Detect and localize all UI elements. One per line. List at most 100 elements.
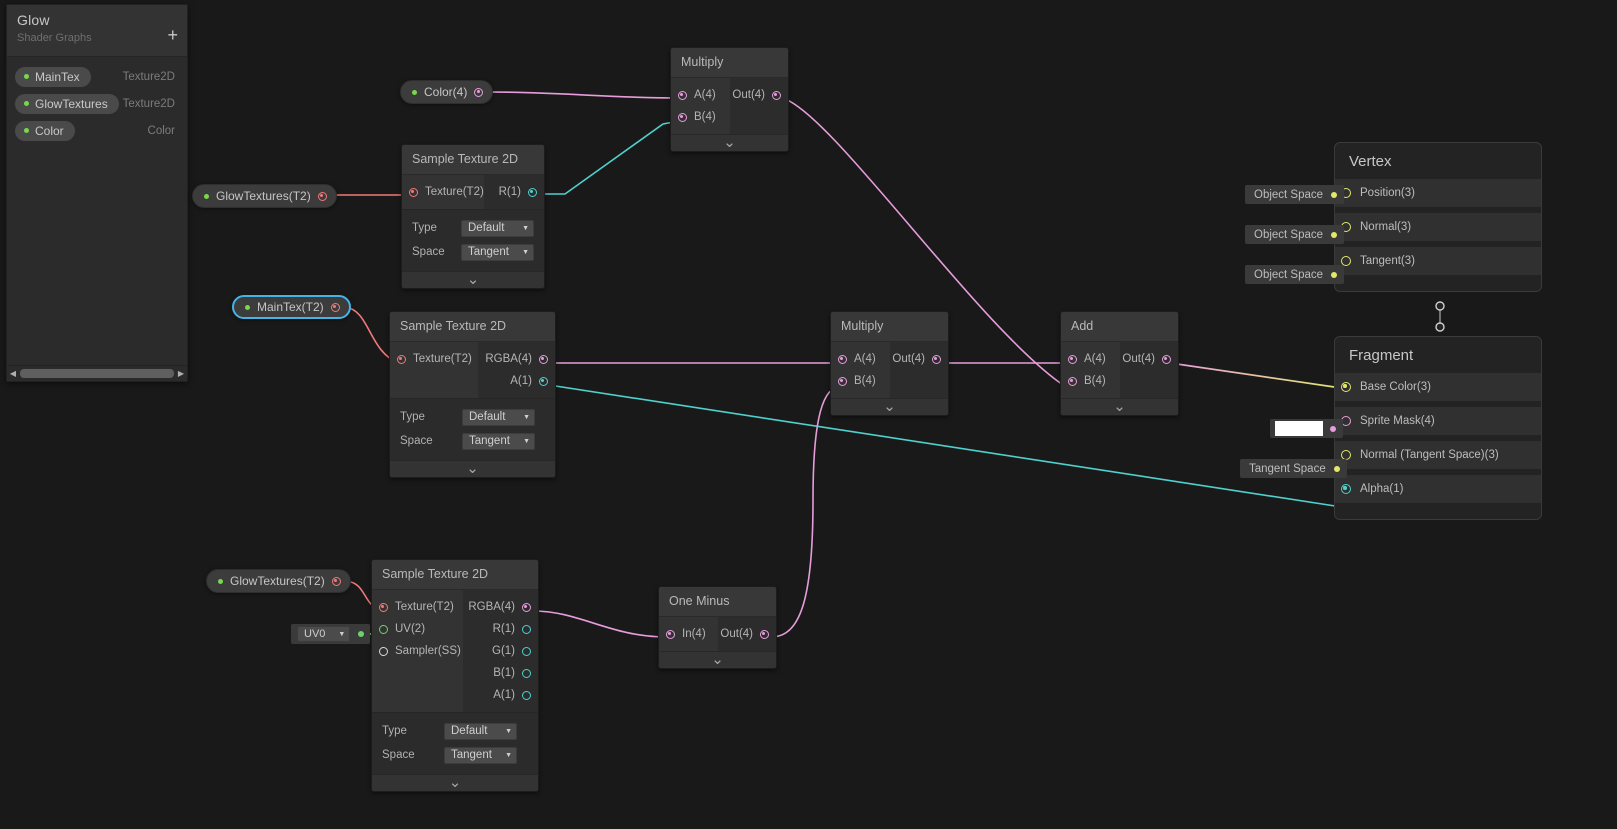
output-socket-space[interactable] bbox=[1331, 191, 1338, 198]
output-socket-space[interactable] bbox=[1331, 231, 1338, 238]
output-socket-g[interactable] bbox=[522, 646, 531, 656]
property-pill-glowtextures[interactable]: GlowTextures bbox=[15, 93, 119, 114]
output-socket-space[interactable] bbox=[1333, 465, 1340, 472]
output-socket-a[interactable] bbox=[539, 376, 548, 386]
node-uv0[interactable]: UV0 ▼ bbox=[291, 624, 371, 644]
node-collapse-toggle[interactable] bbox=[372, 774, 538, 791]
output-socket-out[interactable] bbox=[1162, 354, 1171, 364]
node-collapse-toggle[interactable] bbox=[402, 271, 544, 288]
space-chip-position[interactable]: Object Space bbox=[1245, 185, 1345, 204]
input-socket-alpha[interactable] bbox=[1341, 484, 1351, 494]
port-row[interactable]: R(1) bbox=[463, 618, 538, 640]
space-chip-normal-fragment[interactable]: Tangent Space bbox=[1240, 459, 1347, 478]
node-collapse-toggle[interactable] bbox=[390, 460, 555, 477]
add-property-button[interactable]: + bbox=[167, 26, 178, 44]
output-socket-texture[interactable] bbox=[317, 191, 327, 201]
master-row-alpha[interactable]: Alpha(1) bbox=[1335, 475, 1541, 503]
input-socket-a[interactable] bbox=[838, 354, 847, 364]
output-socket-color[interactable] bbox=[1330, 425, 1336, 432]
input-socket-b[interactable] bbox=[1068, 376, 1077, 386]
master-row-position[interactable]: Position(3) bbox=[1335, 179, 1541, 207]
setting-dropdown-space[interactable]: Tangent ▼ bbox=[462, 432, 535, 450]
port-row[interactable]: B(1) bbox=[463, 662, 538, 684]
output-socket-out[interactable] bbox=[760, 629, 769, 639]
output-socket-rgba[interactable] bbox=[522, 602, 531, 612]
output-socket-r[interactable] bbox=[522, 624, 531, 634]
master-row-tangent[interactable]: Tangent(3) bbox=[1335, 247, 1541, 275]
node-add[interactable]: Add A(4) B(4) Out(4) bbox=[1060, 311, 1179, 416]
output-socket-uv[interactable] bbox=[358, 631, 365, 637]
master-row-base-color[interactable]: Base Color(3) bbox=[1335, 373, 1541, 401]
port-row[interactable]: B(4) bbox=[831, 370, 890, 392]
port-row[interactable]: A(4) bbox=[671, 84, 730, 106]
input-socket-b[interactable] bbox=[678, 112, 687, 122]
port-row[interactable]: In(4) bbox=[659, 623, 718, 645]
scroll-right-arrow-icon[interactable]: ▶ bbox=[175, 369, 187, 378]
node-one-minus[interactable]: One Minus In(4) Out(4) bbox=[658, 586, 777, 669]
output-socket-texture[interactable] bbox=[330, 302, 340, 312]
node-collapse-toggle[interactable] bbox=[1061, 398, 1178, 415]
input-socket-in[interactable] bbox=[666, 629, 675, 639]
port-row[interactable]: Texture(T2) bbox=[390, 348, 478, 370]
setting-dropdown-space[interactable]: Tangent ▼ bbox=[461, 243, 534, 261]
output-socket-b[interactable] bbox=[522, 668, 531, 678]
master-row-sprite-mask[interactable]: Sprite Mask(4) bbox=[1335, 407, 1541, 435]
blackboard-property-row[interactable]: GlowTextures Texture2D bbox=[15, 93, 179, 114]
master-row-normal-tangent-space[interactable]: Normal (Tangent Space)(3) bbox=[1335, 441, 1541, 469]
port-row[interactable]: UV(2) bbox=[372, 618, 463, 640]
node-sample-texture-2d-top[interactable]: Sample Texture 2D Texture(T2) R(1) Type … bbox=[401, 144, 545, 289]
property-node-color[interactable]: Color(4) bbox=[400, 80, 494, 104]
node-sample-texture-2d-bottom[interactable]: Sample Texture 2D Texture(T2) UV(2) Samp… bbox=[371, 559, 539, 792]
output-socket-a[interactable] bbox=[522, 690, 531, 700]
output-socket-texture[interactable] bbox=[331, 576, 341, 586]
port-row[interactable]: A(1) bbox=[463, 684, 538, 706]
port-row[interactable]: G(1) bbox=[463, 640, 538, 662]
output-socket-rgba[interactable] bbox=[539, 354, 548, 364]
scroll-left-arrow-icon[interactable]: ◀ bbox=[7, 369, 19, 378]
port-row[interactable]: Out(4) bbox=[718, 623, 777, 645]
port-row[interactable]: B(4) bbox=[671, 106, 730, 128]
port-row[interactable]: R(1) bbox=[484, 181, 544, 203]
node-multiply-middle[interactable]: Multiply A(4) B(4) Out(4) bbox=[830, 311, 949, 416]
port-row[interactable]: B(4) bbox=[1061, 370, 1120, 392]
scrollbar-thumb[interactable] bbox=[20, 369, 174, 378]
input-socket-base-color[interactable] bbox=[1341, 382, 1351, 392]
node-multiply-top[interactable]: Multiply A(4) B(4) Out(4) bbox=[670, 47, 789, 152]
port-row[interactable]: Out(4) bbox=[730, 84, 789, 106]
node-collapse-toggle[interactable] bbox=[671, 134, 788, 151]
port-row[interactable]: RGBA(4) bbox=[478, 348, 555, 370]
color-swatch[interactable] bbox=[1275, 421, 1323, 436]
space-chip-normal[interactable]: Object Space bbox=[1245, 225, 1345, 244]
port-row[interactable]: Out(4) bbox=[890, 348, 949, 370]
input-socket-texture[interactable] bbox=[379, 602, 388, 612]
output-socket-r[interactable] bbox=[528, 187, 537, 197]
input-socket-texture[interactable] bbox=[409, 187, 418, 197]
port-row[interactable]: A(4) bbox=[831, 348, 890, 370]
output-socket-out[interactable] bbox=[772, 90, 781, 100]
port-row[interactable]: Sampler(SS) bbox=[372, 640, 463, 662]
port-row[interactable]: RGBA(4) bbox=[463, 596, 538, 618]
setting-dropdown-type[interactable]: Default ▼ bbox=[461, 219, 534, 237]
space-chip-tangent[interactable]: Object Space bbox=[1245, 265, 1345, 284]
node-collapse-toggle[interactable] bbox=[659, 651, 776, 668]
input-socket-sampler[interactable] bbox=[379, 646, 388, 656]
master-node-fragment[interactable]: Fragment Base Color(3) Sprite Mask(4) No… bbox=[1334, 336, 1542, 520]
output-socket-space[interactable] bbox=[1331, 271, 1338, 278]
port-row[interactable]: Texture(T2) bbox=[402, 181, 484, 203]
uv-channel-dropdown[interactable]: UV0 ▼ bbox=[297, 626, 351, 642]
master-node-vertex[interactable]: Vertex Position(3) Normal(3) Tangent(3) bbox=[1334, 142, 1542, 292]
property-node-maintex[interactable]: MainTex(T2) bbox=[232, 295, 351, 319]
input-socket-uv[interactable] bbox=[379, 624, 388, 634]
blackboard-horizontal-scrollbar[interactable]: ◀ ▶ bbox=[7, 365, 187, 381]
property-pill-color[interactable]: Color bbox=[15, 120, 75, 141]
master-row-normal[interactable]: Normal(3) bbox=[1335, 213, 1541, 241]
input-socket-a[interactable] bbox=[1068, 354, 1077, 364]
port-row[interactable]: A(4) bbox=[1061, 348, 1120, 370]
setting-dropdown-space[interactable]: Tangent ▼ bbox=[444, 746, 517, 764]
input-socket-b[interactable] bbox=[838, 376, 847, 386]
color-swatch-sprite-mask[interactable] bbox=[1270, 419, 1343, 438]
input-socket-a[interactable] bbox=[678, 90, 687, 100]
setting-dropdown-type[interactable]: Default ▼ bbox=[444, 722, 517, 740]
setting-dropdown-type[interactable]: Default ▼ bbox=[462, 408, 535, 426]
port-row[interactable]: Out(4) bbox=[1120, 348, 1179, 370]
